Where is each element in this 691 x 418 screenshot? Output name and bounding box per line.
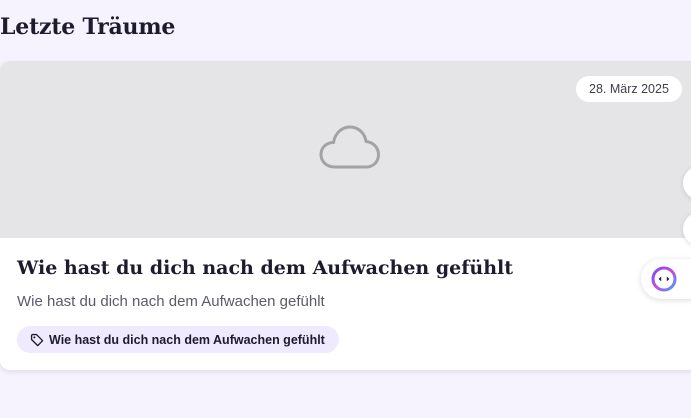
section-title: Letzte Träume: [0, 14, 176, 40]
tag-chip[interactable]: Wie hast du dich nach dem Aufwachen gefü…: [17, 326, 339, 353]
assistant-button[interactable]: [641, 259, 691, 299]
assistant-face-icon: [651, 266, 677, 292]
date-badge: 28. März 2025: [576, 76, 682, 102]
card-description: Wie hast du dich nach dem Aufwachen gefü…: [17, 293, 325, 310]
tag-icon: [30, 333, 44, 346]
card-image-placeholder: 28. März 2025: [0, 61, 691, 238]
dream-card[interactable]: 28. März 2025 Wie hast du dich nach dem …: [0, 61, 691, 370]
cloud-icon: [319, 125, 380, 169]
tag-label: Wie hast du dich nach dem Aufwachen gefü…: [49, 332, 325, 347]
card-title: Wie hast du dich nach dem Aufwachen gefü…: [17, 257, 514, 279]
